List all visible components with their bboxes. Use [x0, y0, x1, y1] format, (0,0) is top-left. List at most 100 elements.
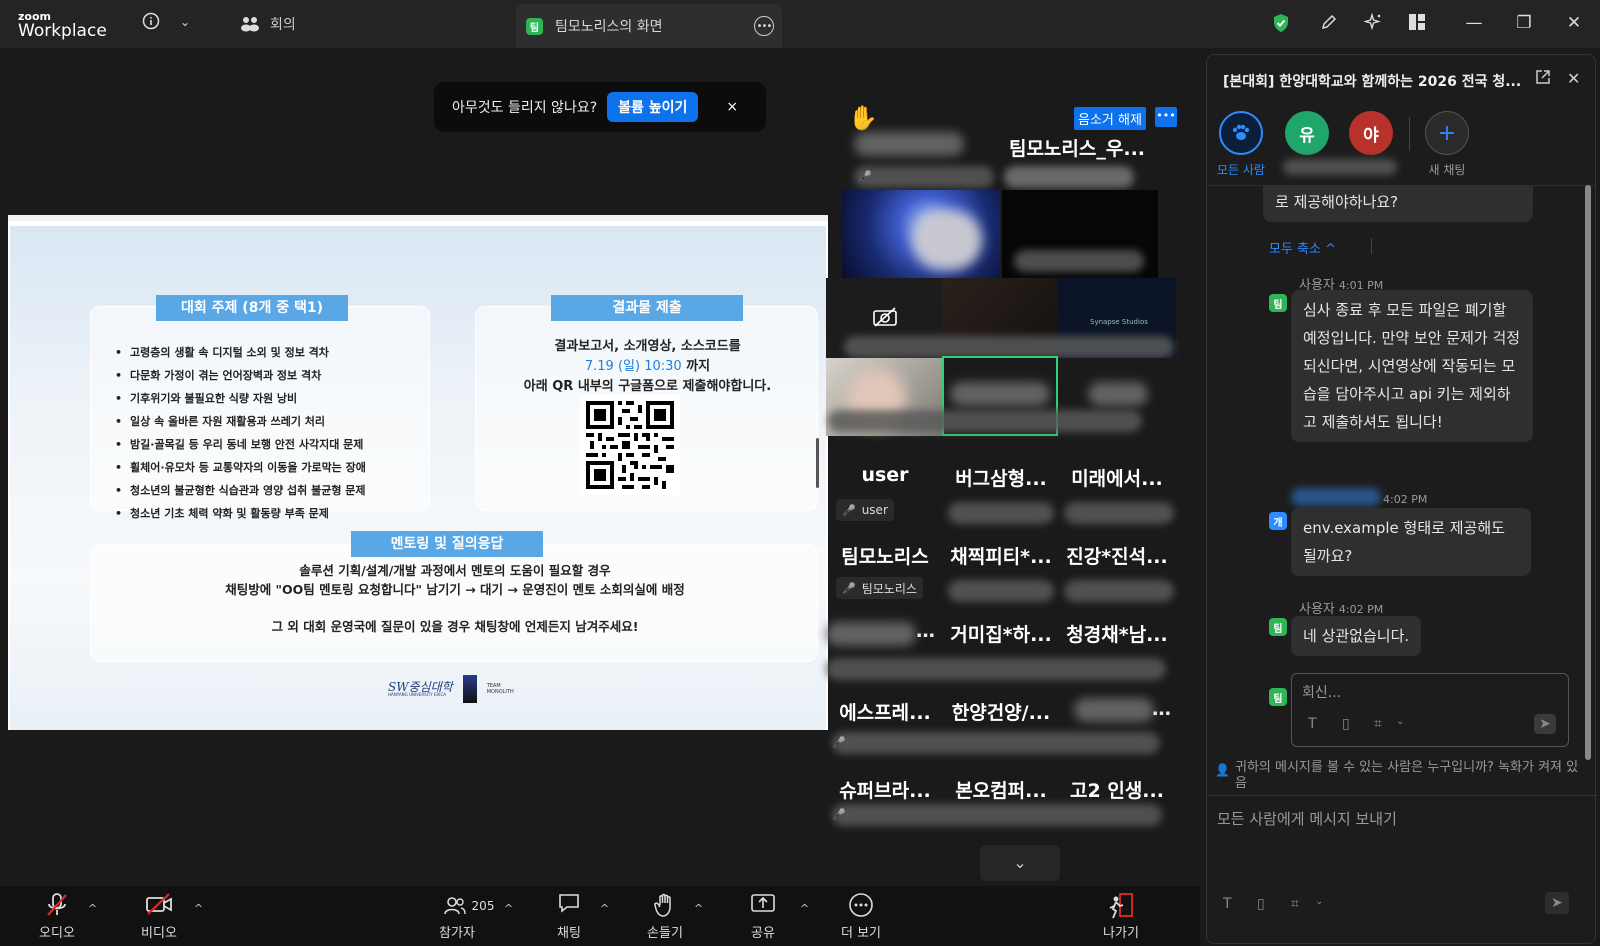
- pen-icon[interactable]: [1320, 13, 1338, 36]
- chat-button[interactable]: 채팅: [534, 892, 604, 941]
- participant-tile[interactable]: 본오컴퍼...: [942, 768, 1060, 846]
- avatar-divider: [1409, 117, 1410, 151]
- gallery-scroll-down-icon[interactable]: ⌄: [980, 845, 1060, 881]
- raise-hand-button[interactable]: 손들기: [630, 892, 700, 941]
- more-icon: [826, 892, 896, 920]
- message-bubble: env.example 형태로 제공해도 될까요?: [1291, 508, 1531, 576]
- privacy-notice[interactable]: 👤 귀하의 메시지를 볼 수 있는 사람은 누구입니까? 녹화가 켜져 있음: [1215, 760, 1589, 792]
- audio-button[interactable]: 오디오: [22, 892, 92, 941]
- hand-icon: [630, 892, 700, 920]
- topic-item: 고령층의 생활 속 디지털 소외 및 정보 격차: [115, 341, 366, 364]
- text-format-icon[interactable]: T: [1308, 716, 1317, 732]
- send-reply-icon[interactable]: ➤: [1534, 714, 1556, 734]
- chat-avatar-yu[interactable]: 유: [1285, 111, 1329, 155]
- new-chat-button[interactable]: +: [1425, 111, 1469, 155]
- participant-tile[interactable]: 슈퍼브라... 🎤: [826, 768, 1162, 846]
- participant-tile[interactable]: 채찍피티*...: [942, 534, 1060, 612]
- participant-name: user: [861, 464, 909, 486]
- gallery-view: ✋ 음소거 해제 ••• 🎤 팀모노리스_우... Synapse Studio…: [826, 100, 1194, 890]
- splitter-handle[interactable]: [816, 438, 819, 488]
- raise-volume-button[interactable]: 볼륨 높이기: [607, 92, 699, 122]
- chevron-down-icon[interactable]: ⌄: [180, 12, 190, 32]
- reply-input[interactable]: 회신... T ▯ ⌗ ⌄ ➤: [1291, 673, 1569, 747]
- more-options-icon[interactable]: •••: [754, 16, 774, 36]
- privacy-text: 귀하의 메시지를 볼 수 있는 사람은 누구입니까? 녹화가 켜져 있음: [1235, 760, 1579, 791]
- close-notice-icon[interactable]: ×: [726, 99, 738, 115]
- raise-hand-caret-icon[interactable]: ^: [694, 902, 703, 915]
- share-button[interactable]: 공유: [728, 892, 798, 941]
- participant-name: 본오컴퍼...: [955, 780, 1047, 802]
- meeting-tab[interactable]: 회의: [240, 14, 296, 34]
- chat-scrollbar[interactable]: [1585, 185, 1591, 760]
- participant-video[interactable]: [1002, 190, 1158, 278]
- participant-tile[interactable]: user 🎤 user: [826, 456, 944, 534]
- reply-placeholder: 회신...: [1302, 685, 1342, 701]
- participant-tile[interactable]: 에스프레... 🎤: [826, 690, 1160, 768]
- file-icon[interactable]: ▯: [1342, 716, 1350, 732]
- everyone-avatar[interactable]: [1219, 111, 1263, 155]
- sw-logo-sub: HANYANG UNIVERSITY ERICA: [388, 692, 447, 697]
- file-icon[interactable]: ▯: [1257, 896, 1265, 912]
- leave-button[interactable]: 나가기: [1086, 892, 1156, 941]
- mic-off-icon: 🎤: [842, 581, 856, 595]
- sender-badge: 개: [1269, 512, 1287, 530]
- participant-tile[interactable]: 팀모노리스 🎤 팀모노리스: [826, 534, 944, 612]
- topics-list: 고령층의 생활 속 디지털 소외 및 정보 격차 다문화 가정이 겪는 언어장벽…: [115, 341, 366, 525]
- participant-name: 슈퍼브라...: [839, 780, 931, 802]
- send-icon[interactable]: ➤: [1545, 892, 1569, 914]
- screenshot-caret-icon[interactable]: ⌄: [1396, 716, 1404, 727]
- participant-tile[interactable]: 버그삼형...: [942, 456, 1060, 534]
- mentor-card: 멘토링 및 질의응답 솔루션 기획/설계/개발 과정에서 멘토의 도움이 필요할…: [90, 531, 818, 662]
- video-options-caret-icon[interactable]: ^: [194, 902, 203, 915]
- participant-video[interactable]: [842, 190, 1000, 278]
- participant-subname: 팀모노리스: [861, 581, 917, 596]
- audio-notice-text: 아무것도 들리지 않나요?: [452, 100, 598, 116]
- message-compose[interactable]: 모든 사람에게 메시지 보내기 T ▯ ⌗ ⌄ ➤: [1207, 795, 1597, 943]
- participant-tile[interactable]: …: [826, 612, 1166, 690]
- chat-avatar-ya[interactable]: 야: [1349, 111, 1393, 155]
- participant-name: 미래에서...: [1071, 468, 1163, 490]
- info-icon[interactable]: [142, 12, 160, 35]
- text-format-icon[interactable]: T: [1223, 896, 1232, 912]
- participant-tile[interactable]: 한양건양/...: [942, 690, 1060, 768]
- participant-tile[interactable]: …: [1058, 690, 1176, 768]
- tile-more-icon[interactable]: •••: [1155, 107, 1177, 127]
- sparkle-icon[interactable]: [1363, 12, 1382, 36]
- participant-tile[interactable]: 거미집*하...: [942, 612, 1060, 690]
- participant-tile[interactable]: 미래에서...: [1058, 456, 1176, 534]
- privacy-user-icon: 👤: [1215, 763, 1230, 777]
- participant-name: 한양건양/...: [951, 702, 1051, 724]
- popout-icon[interactable]: [1535, 69, 1551, 89]
- participant-subname: user: [861, 503, 888, 517]
- screenshot-icon[interactable]: ⌗: [1374, 716, 1382, 732]
- restore-icon[interactable]: ❐: [1512, 13, 1536, 33]
- participant-tile[interactable]: 고2 인생...: [1058, 768, 1176, 846]
- close-icon[interactable]: ✕: [1562, 13, 1586, 33]
- layout-icon[interactable]: [1408, 13, 1426, 36]
- participants-button[interactable]: 205 참가자: [424, 892, 514, 941]
- sender-badge: 팀: [1269, 294, 1287, 312]
- participant-name: 거미집*하...: [950, 624, 1052, 646]
- close-chat-icon[interactable]: ✕: [1567, 69, 1580, 88]
- submit-deadline: 7.19 (일) 10:30: [584, 359, 682, 374]
- minimize-icon[interactable]: —: [1462, 13, 1486, 33]
- more-button[interactable]: 더 보기: [826, 892, 896, 941]
- participants-caret-icon[interactable]: ^: [504, 902, 513, 915]
- message-bubble: 심사 종료 후 모든 파일은 폐기할 예정입니다. 만약 보안 문제가 걱정되신…: [1291, 290, 1533, 442]
- collapse-all-link[interactable]: 모두 축소 ^: [1269, 238, 1336, 257]
- participant-tile[interactable]: 청경채*남...: [1058, 612, 1176, 690]
- camera-off-icon: [124, 892, 194, 920]
- chat-label: 채팅: [557, 926, 581, 941]
- screenshot-caret-icon[interactable]: ⌄: [1315, 896, 1323, 907]
- participant-tile[interactable]: 진강*진석...: [1058, 534, 1176, 612]
- zoom-logo: zoom Workplace: [18, 11, 107, 40]
- chat-title: [본대회] 한양대학교와 함께하는 2026 전국 청...: [1223, 74, 1522, 90]
- share-caret-icon[interactable]: ^: [800, 902, 809, 915]
- video-button[interactable]: 비디오: [124, 892, 194, 941]
- audio-options-caret-icon[interactable]: ^: [88, 902, 97, 915]
- people-icon: [241, 17, 259, 32]
- screenshot-icon[interactable]: ⌗: [1291, 896, 1299, 912]
- share-tab[interactable]: 팀 팀모노리스의 화면 •••: [516, 4, 782, 48]
- chat-caret-icon[interactable]: ^: [600, 902, 609, 915]
- shield-icon[interactable]: [1272, 13, 1290, 38]
